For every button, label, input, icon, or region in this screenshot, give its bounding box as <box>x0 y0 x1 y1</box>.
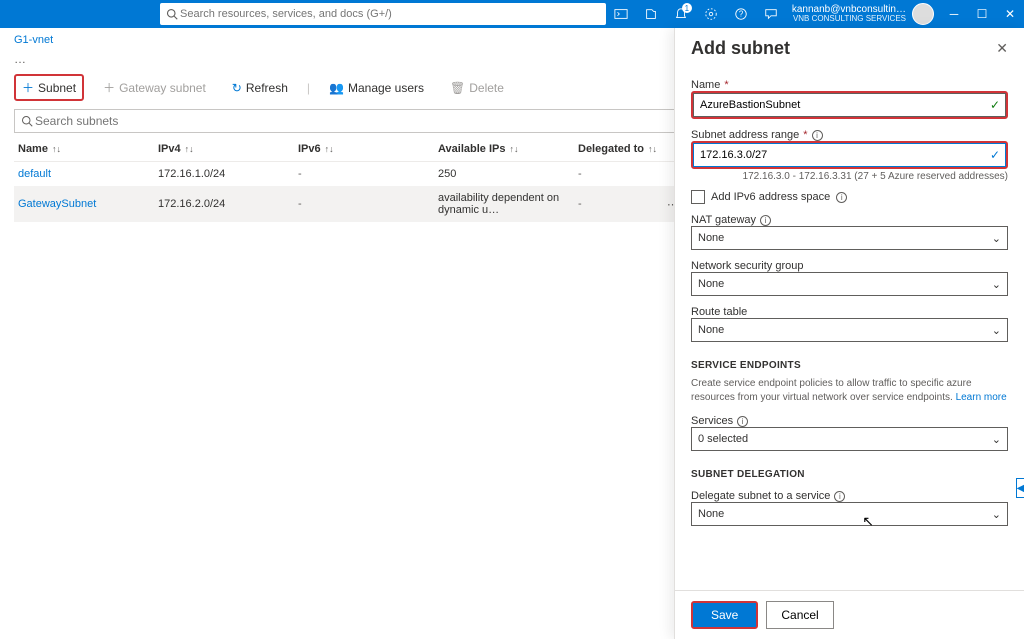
cell-available: 250 <box>438 168 578 180</box>
subnet-name-input[interactable] <box>693 93 1006 117</box>
cell-ipv4: 172.16.2.0/24 <box>158 198 298 210</box>
nsg-label: Network security group <box>691 260 1008 272</box>
nat-gateway-select[interactable]: None⌄ <box>691 226 1008 250</box>
check-icon: ✓ <box>990 148 1000 162</box>
manage-users-button[interactable]: 👥 Manage users <box>322 77 431 99</box>
sort-icon: ↑↓ <box>325 144 334 154</box>
chevron-down-icon: ⌄ <box>992 508 1001 521</box>
route-table-select[interactable]: None⌄ <box>691 318 1008 342</box>
notifications-icon[interactable]: 1 <box>666 0 696 28</box>
info-icon[interactable]: i <box>836 192 847 203</box>
subnet-address-input[interactable] <box>693 143 1006 167</box>
col-ipv4[interactable]: IPv4↑↓ <box>158 143 298 155</box>
cell-ipv4: 172.16.1.0/24 <box>158 168 298 180</box>
sort-icon: ↑↓ <box>648 144 657 154</box>
toolbar-separator: | <box>307 81 310 95</box>
route-table-label: Route table <box>691 306 1008 318</box>
users-icon: 👥 <box>329 81 344 95</box>
collapse-panel-icon[interactable]: ◀ <box>1016 478 1024 498</box>
notification-badge: 1 <box>682 3 692 13</box>
delete-icon: 🗑 <box>450 81 465 95</box>
info-icon[interactable]: i <box>760 215 771 226</box>
add-ipv6-checkbox[interactable]: Add IPv6 address space i <box>691 190 1008 204</box>
save-button[interactable]: Save <box>693 603 756 627</box>
col-ipv6[interactable]: IPv6↑↓ <box>298 143 438 155</box>
window-close-icon[interactable]: ✕ <box>996 0 1024 28</box>
add-ipv6-label: Add IPv6 address space <box>711 191 830 203</box>
services-select[interactable]: 0 selected⌄ <box>691 427 1008 451</box>
service-endpoints-heading: SERVICE ENDPOINTS <box>691 360 1008 371</box>
services-label: Servicesi <box>691 415 1008 427</box>
cell-delegated: - <box>578 198 582 211</box>
global-search-input[interactable] <box>178 7 600 21</box>
cloud-shell-icon[interactable] <box>606 0 636 28</box>
cell-ipv6: - <box>298 198 438 210</box>
azure-top-bar: 1 ? kannanb@vnbconsultin… VNB CONSULTING… <box>0 0 1024 28</box>
subnet-delegation-heading: SUBNET DELEGATION <box>691 469 1008 480</box>
panel-title: Add subnet <box>691 38 996 59</box>
account-menu[interactable]: kannanb@vnbconsultin… VNB CONSULTING SER… <box>786 3 940 25</box>
search-icon <box>166 8 178 20</box>
name-label: Name* <box>691 79 1008 91</box>
plus-icon: ＋ <box>103 79 115 96</box>
account-org: VNB CONSULTING SERVICES <box>792 15 906 24</box>
delegate-label: Delegate subnet to a servicei <box>691 490 1008 502</box>
nat-gateway-label: NAT gatewayi <box>691 214 1008 226</box>
help-icon[interactable]: ? <box>726 0 756 28</box>
manage-users-label: Manage users <box>348 81 424 95</box>
learn-more-link[interactable]: Learn more <box>956 392 1007 403</box>
check-icon: ✓ <box>990 98 1000 112</box>
cell-ipv6: - <box>298 168 438 180</box>
info-icon[interactable]: i <box>834 491 845 502</box>
sort-icon: ↑↓ <box>509 144 518 154</box>
sort-icon: ↑↓ <box>185 144 194 154</box>
chevron-down-icon: ⌄ <box>992 324 1001 337</box>
add-subnet-button[interactable]: ＋ Subnet <box>14 74 84 101</box>
delete-button: 🗑 Delete <box>443 77 511 99</box>
close-icon[interactable]: ✕ <box>996 40 1008 57</box>
chevron-down-icon: ⌄ <box>992 433 1001 446</box>
nsg-select[interactable]: None⌄ <box>691 272 1008 296</box>
settings-icon[interactable] <box>696 0 726 28</box>
refresh-button[interactable]: ↻ Refresh <box>225 77 295 99</box>
chevron-down-icon: ⌄ <box>992 278 1001 291</box>
gateway-subnet-label: Gateway subnet <box>119 81 206 95</box>
top-icon-bar: 1 ? kannanb@vnbconsultin… VNB CONSULTING… <box>606 0 1024 28</box>
cancel-button[interactable]: Cancel <box>766 601 833 629</box>
directories-icon[interactable] <box>636 0 666 28</box>
panel-footer: Save Cancel <box>675 590 1024 639</box>
refresh-label: Refresh <box>246 81 288 95</box>
col-delegated[interactable]: Delegated to↑↓ <box>578 143 678 155</box>
window-maximize-icon[interactable]: ☐ <box>968 0 996 28</box>
subnet-link[interactable]: GatewaySubnet <box>18 198 158 210</box>
info-icon[interactable]: i <box>812 130 823 141</box>
global-search[interactable] <box>160 3 606 25</box>
search-icon <box>21 115 33 127</box>
window-minimize-icon[interactable]: ─ <box>940 0 968 28</box>
refresh-icon: ↻ <box>232 81 242 95</box>
col-name[interactable]: Name↑↓ <box>18 143 158 155</box>
checkbox-icon[interactable] <box>691 190 705 204</box>
add-subnet-label: Subnet <box>38 81 76 95</box>
plus-icon: ＋ <box>22 79 34 96</box>
address-range-hint: 172.16.3.0 - 172.16.3.31 (27 + 5 Azure r… <box>691 171 1008 182</box>
add-gateway-subnet-button: ＋ Gateway subnet <box>96 75 213 100</box>
add-subnet-panel: Add subnet ✕ Name* ✓ Subnet address rang… <box>674 28 1024 639</box>
address-range-label: Subnet address range*i <box>691 129 1008 141</box>
svg-text:?: ? <box>739 10 744 19</box>
subnet-link[interactable]: default <box>18 168 158 180</box>
delete-label: Delete <box>469 81 504 95</box>
cell-available: availability dependent on dynamic u… <box>438 192 578 216</box>
col-available[interactable]: Available IPs↑↓ <box>438 143 578 155</box>
sort-icon: ↑↓ <box>52 144 61 154</box>
delegate-select[interactable]: None⌄ <box>691 502 1008 526</box>
avatar <box>912 3 934 25</box>
cursor-icon: ↖ <box>862 513 874 530</box>
service-endpoints-desc: Create service endpoint policies to allo… <box>691 377 1008 405</box>
info-icon[interactable]: i <box>737 416 748 427</box>
cell-delegated: - <box>578 168 678 180</box>
chevron-down-icon: ⌄ <box>992 232 1001 245</box>
feedback-icon[interactable] <box>756 0 786 28</box>
